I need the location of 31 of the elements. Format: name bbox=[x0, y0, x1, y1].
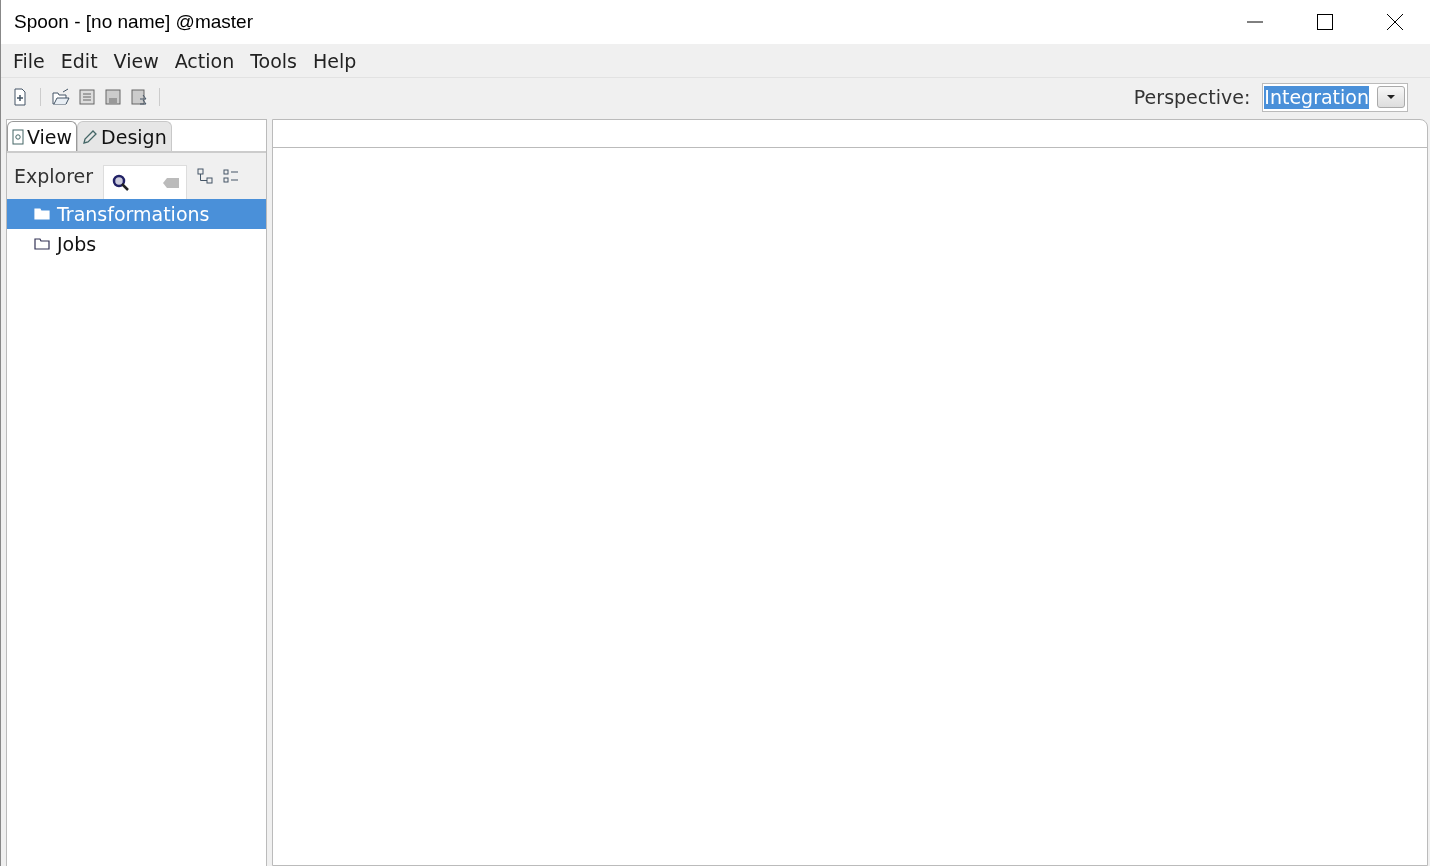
menu-item[interactable]: Tools bbox=[242, 49, 305, 72]
document-magnifier-icon bbox=[12, 128, 24, 145]
list-document-icon[interactable] bbox=[78, 88, 96, 106]
save-icon[interactable] bbox=[104, 88, 122, 106]
menu-item[interactable]: Action bbox=[166, 49, 243, 72]
clear-icon[interactable] bbox=[162, 177, 181, 189]
menu-item[interactable]: Help bbox=[305, 49, 365, 72]
explorer-title: Explorer bbox=[14, 165, 94, 187]
window-title: Spoon - [no name] @master bbox=[14, 11, 254, 33]
dropdown-button[interactable] bbox=[1377, 86, 1405, 108]
caret-icon bbox=[1386, 94, 1396, 100]
search-icon[interactable] bbox=[112, 174, 131, 192]
pencil-icon bbox=[82, 128, 99, 145]
minimize-icon bbox=[1247, 21, 1263, 23]
folder-icon bbox=[34, 238, 50, 250]
maximize-icon bbox=[1317, 14, 1333, 30]
list-icon[interactable] bbox=[223, 168, 240, 184]
panel-tab[interactable]: View bbox=[7, 121, 78, 151]
search-field[interactable] bbox=[103, 165, 188, 201]
close-icon bbox=[1387, 14, 1403, 30]
menu-item[interactable]: File bbox=[5, 49, 53, 72]
new-file-icon[interactable] bbox=[11, 88, 29, 106]
tree-icon[interactable] bbox=[197, 168, 214, 184]
panel-tab[interactable]: Design bbox=[77, 121, 172, 151]
save-as-icon[interactable] bbox=[130, 88, 148, 106]
menu-item[interactable]: Edit bbox=[52, 49, 106, 72]
open-folder-icon[interactable] bbox=[52, 88, 70, 106]
menu-item[interactable]: View bbox=[105, 49, 167, 72]
tree-item[interactable]: Jobs bbox=[7, 229, 266, 259]
perspective-label: Perspective: bbox=[1133, 86, 1251, 108]
folder-icon bbox=[34, 208, 50, 220]
